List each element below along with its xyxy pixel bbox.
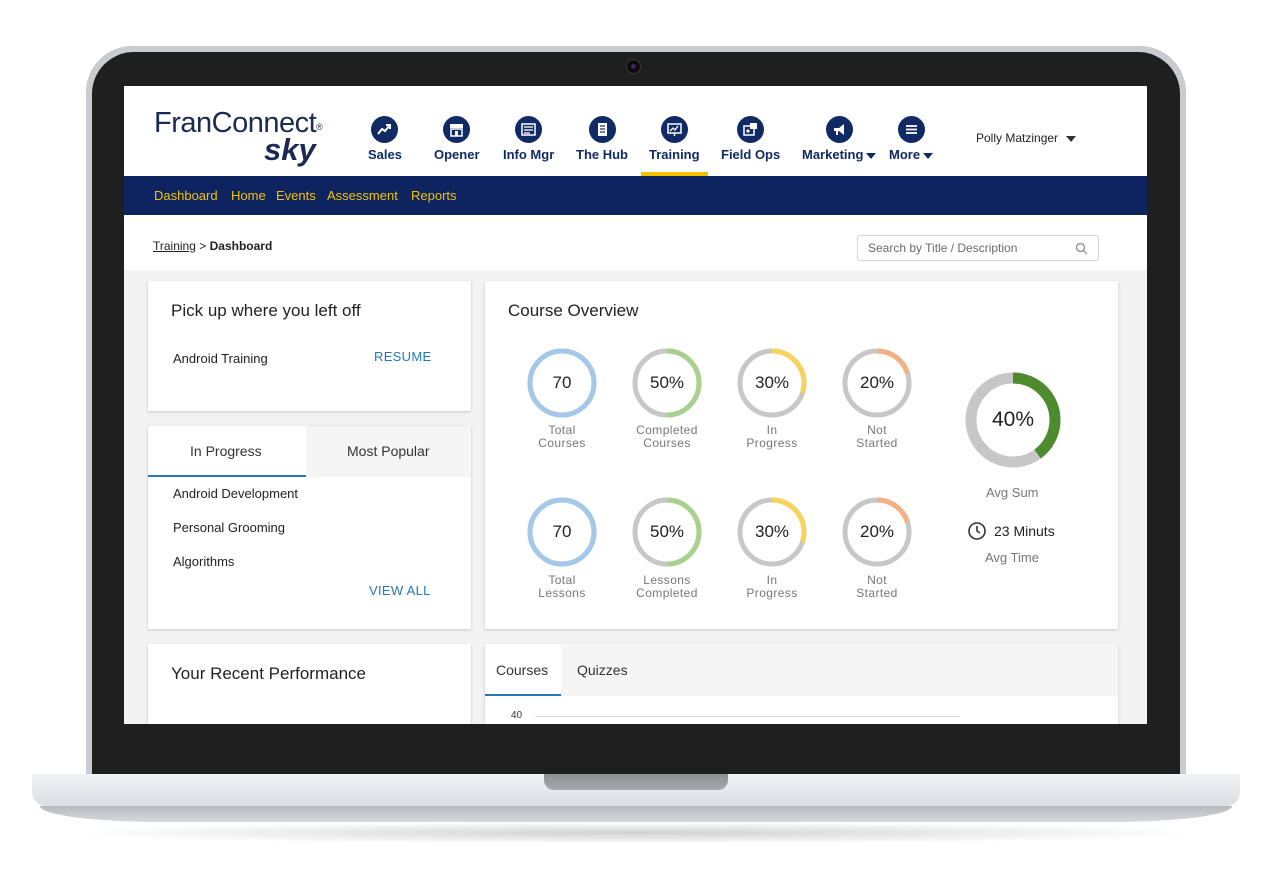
app-screen: FranConnect® sky Sales Opener Info Mgr T… — [124, 86, 1147, 724]
tab-in-progress[interactable]: In Progress — [190, 443, 262, 459]
subnav-reports[interactable]: Reports — [411, 188, 457, 203]
field-ops-icon — [737, 116, 765, 143]
nav-field-ops[interactable]: Field Ops — [721, 116, 780, 176]
stat-value: 20% — [859, 373, 895, 392]
stat-label: Not Started — [856, 573, 898, 600]
stat-value: 50% — [649, 373, 685, 392]
search-box — [857, 235, 1099, 261]
tab-most-popular[interactable]: Most Popular — [347, 443, 429, 459]
active-tab-indicator — [148, 475, 306, 477]
chart-gridline — [535, 716, 960, 717]
nav-label: More — [889, 147, 921, 162]
tab-courses[interactable]: Courses — [496, 662, 548, 678]
course-overview-card: Course Overview 70 Total Courses 50% Complet… — [485, 281, 1118, 629]
subnav-assessment[interactable]: Assessment — [327, 188, 398, 203]
user-name: Polly Matzinger — [976, 131, 1059, 145]
stat-label: Total Lessons — [538, 573, 586, 600]
search-icon[interactable] — [1075, 242, 1088, 255]
megaphone-icon — [825, 116, 853, 143]
nav-label: Marketing — [802, 147, 864, 162]
nav-more[interactable]: More — [889, 116, 934, 176]
laptop-base-lip — [40, 806, 1232, 822]
stat-label: Not Started — [856, 423, 898, 450]
nav-label: Opener — [434, 147, 480, 162]
avg-sum-value: 40% — [991, 408, 1035, 431]
stat-value: 70 — [552, 522, 572, 541]
list-item[interactable]: Algorithms — [173, 554, 234, 569]
stat-value: 70 — [552, 373, 572, 392]
performance-chart-card: Courses Quizzes 40 — [485, 644, 1118, 724]
list-item[interactable]: Android Development — [173, 486, 298, 501]
store-icon — [443, 116, 471, 143]
menu-icon — [897, 116, 925, 143]
breadcrumb-link-training[interactable]: Training — [153, 239, 196, 253]
view-all-button[interactable]: VIEW ALL — [369, 583, 431, 598]
breadcrumb-separator: > — [199, 239, 207, 253]
card-title: Course Overview — [508, 301, 639, 320]
nav-the-hub[interactable]: The Hub — [576, 116, 628, 176]
subnav-dashboard[interactable]: Dashboard — [154, 188, 218, 203]
logo-registered-mark: ® — [316, 122, 323, 132]
stat-value: 50% — [649, 522, 685, 541]
stat-label: In Progress — [746, 423, 798, 450]
y-axis-tick: 40 — [511, 710, 523, 721]
nav-label: Training — [649, 147, 700, 162]
subnav-events[interactable]: Events — [276, 188, 316, 203]
avg-sum-label: Avg Sum — [986, 485, 1039, 500]
nav-sales[interactable]: Sales — [368, 116, 402, 176]
presentation-icon — [660, 116, 688, 143]
stat-label: Total Courses — [538, 423, 586, 450]
document-icon — [588, 116, 616, 143]
webcam — [626, 59, 641, 74]
hinge-notch — [544, 774, 728, 790]
nav-opener[interactable]: Opener — [434, 116, 480, 176]
avg-time-label: Avg Time — [985, 550, 1039, 565]
nav-marketing[interactable]: Marketing — [802, 116, 877, 176]
nav-label: The Hub — [576, 147, 628, 162]
stat-value: 30% — [754, 522, 790, 541]
stat-value: 30% — [754, 373, 790, 392]
franconnect-logo[interactable]: FranConnect® sky — [154, 108, 323, 166]
card-title: Pick up where you left off — [171, 301, 361, 320]
base-shadow — [60, 822, 1212, 844]
resume-course-name: Android Training — [173, 351, 268, 366]
subnav-home[interactable]: Home — [231, 188, 266, 203]
nav-info-mgr[interactable]: Info Mgr — [503, 116, 554, 176]
stat-label: Completed Courses — [636, 423, 698, 450]
info-card-icon — [515, 116, 543, 143]
breadcrumb: Training > Dashboard — [153, 239, 272, 253]
stat-value: 20% — [859, 522, 895, 541]
chevron-down-icon — [923, 152, 934, 159]
pickup-card: Pick up where you left off Android Train… — [148, 281, 471, 411]
courses-tabs: In Progress Most Popular — [148, 426, 471, 477]
avg-time-value: 23 Minuts — [994, 523, 1055, 539]
stat-label: In Progress — [746, 573, 798, 600]
active-tab-indicator — [485, 694, 561, 696]
performance-tabs: Courses Quizzes — [485, 644, 1118, 696]
search-input[interactable] — [868, 241, 1068, 255]
nav-label: Info Mgr — [503, 147, 555, 162]
nav-label: Field Ops — [721, 147, 781, 162]
tab-quizzes[interactable]: Quizzes — [577, 662, 628, 678]
chevron-down-icon — [866, 152, 877, 159]
recent-performance-card: Your Recent Performance — [148, 644, 471, 724]
resume-button[interactable]: RESUME — [374, 349, 431, 364]
chart-trend-icon — [371, 116, 399, 143]
logo-sky: sky — [264, 132, 316, 167]
stat-label: Lessons Completed — [636, 573, 698, 600]
sub-navigation: Dashboard Home Events Assessment Reports — [124, 176, 1147, 215]
top-header: FranConnect® sky Sales Opener Info Mgr T… — [124, 86, 1147, 176]
chevron-down-icon — [1066, 135, 1077, 142]
courses-tab-card: In Progress Most Popular Android Develop… — [148, 426, 471, 629]
nav-label: Sales — [368, 147, 402, 162]
breadcrumb-current: Dashboard — [209, 239, 273, 253]
clock-icon — [968, 522, 986, 540]
list-item[interactable]: Personal Grooming — [173, 520, 285, 535]
breadcrumb-bar: Training > Dashboard — [124, 215, 1147, 270]
user-menu[interactable]: Polly Matzinger — [976, 131, 1077, 145]
nav-training[interactable]: Training — [641, 116, 708, 176]
card-title: Your Recent Performance — [171, 664, 366, 683]
